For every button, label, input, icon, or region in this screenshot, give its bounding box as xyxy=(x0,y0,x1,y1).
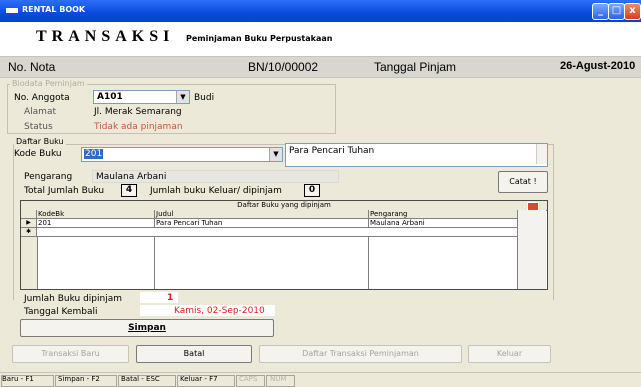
row-selector-header xyxy=(21,210,37,218)
column-header[interactable]: Judul xyxy=(155,210,369,218)
tanggal-kembali-value: Kamis, 02-Sep-2010 xyxy=(174,306,265,316)
minimize-button[interactable]: _ xyxy=(592,3,609,20)
batal-button[interactable]: Batal xyxy=(136,345,252,363)
column-header[interactable]: KodeBk xyxy=(37,210,155,218)
jumlah-dipinjam-value: 1 xyxy=(167,293,174,303)
close-button[interactable]: x xyxy=(624,3,641,20)
simpan-button[interactable]: Simpan xyxy=(20,319,274,337)
statusbar-item: Baru - F1 xyxy=(2,375,34,383)
window-titlebar[interactable]: RENTAL BOOK _ □ x xyxy=(0,0,641,22)
statusbar-item: NUM xyxy=(270,375,287,383)
status-label: Status xyxy=(24,122,53,132)
pengarang-label: Pengarang xyxy=(24,172,73,182)
anggota-value: A101 xyxy=(97,92,123,102)
maximize-button[interactable]: □ xyxy=(608,3,625,20)
alamat-value: Jl. Merak Semarang xyxy=(94,107,182,117)
anggota-label: No. Anggota xyxy=(14,93,70,103)
tanggal-kembali-field: Kamis, 02-Sep-2010 xyxy=(140,305,275,316)
row-marker-new[interactable]: ✱ xyxy=(21,228,37,236)
anggota-name: Budi xyxy=(194,93,215,103)
app-icon xyxy=(6,8,18,13)
nota-label: No. Nota xyxy=(8,60,56,74)
grid-header-row: KodeBk Judul Pengarang xyxy=(21,210,518,219)
status-bar: Baru - F1 Simpan - F2 Batal - ESC Keluar… xyxy=(0,372,641,387)
tanggal-kembali-label: Tanggal Kembali xyxy=(24,307,98,317)
jumlah-dipinjam-label: Jumlah Buku dipinjam xyxy=(24,294,122,304)
kode-buku-combo[interactable]: 201 ▼ xyxy=(81,147,283,162)
table-cell[interactable]: 201 xyxy=(37,219,155,227)
chevron-down-icon[interactable]: ▼ xyxy=(269,148,282,161)
row-marker-current[interactable]: ▶ xyxy=(21,219,37,227)
table-cell[interactable]: Maulana Arbani xyxy=(369,219,518,227)
kode-buku-value: 201 xyxy=(84,149,104,159)
keluar-button[interactable]: Keluar xyxy=(468,345,551,363)
table-row[interactable]: ▶ 201 Para Pencari Tuhan Maulana Arbani xyxy=(21,219,518,228)
statusbar-item: Keluar - F7 xyxy=(180,375,218,383)
judul-value: Para Pencari Tuhan xyxy=(289,146,375,156)
pengarang-value: Maulana Arbani xyxy=(96,172,167,182)
row-selector-column xyxy=(21,237,38,289)
buku-keluar-label: Jumlah buku Keluar/ dipinjam xyxy=(150,186,282,196)
daftar-transaksi-button[interactable]: Daftar Transaksi Peminjaman xyxy=(259,345,462,363)
table-row-new[interactable]: ✱ xyxy=(21,228,518,237)
statusbar-item: Batal - ESC xyxy=(121,375,160,383)
buku-keluar-value: 0 xyxy=(304,184,320,197)
column-divider xyxy=(154,237,155,289)
daftar-buku-legend: Daftar Buku xyxy=(14,137,66,146)
tanggal-pinjam-value: 26-Agust-2010 xyxy=(560,60,636,72)
statusbar-item: CAPS xyxy=(239,375,258,383)
column-header[interactable]: Pengarang xyxy=(369,210,518,218)
chevron-down-icon[interactable]: ▼ xyxy=(176,91,189,103)
biodata-legend: Biodata Peminjam xyxy=(10,79,87,88)
minimize-icon: _ xyxy=(598,5,603,16)
catat-button[interactable]: Catat ! xyxy=(498,171,548,193)
buku-dipinjam-grid[interactable]: Daftar Buku yang dipinjam KodeBk Judul P… xyxy=(20,200,548,290)
total-buku-label: Total Jumlah Buku xyxy=(24,186,105,196)
grid-scroll-area xyxy=(518,210,546,289)
close-icon: x xyxy=(629,5,636,16)
pengarang-field: Maulana Arbani xyxy=(92,170,339,183)
simpan-label: Simpan xyxy=(128,323,166,333)
alamat-label: Alamat xyxy=(24,107,56,117)
kode-buku-label: Kode Buku xyxy=(14,149,62,159)
total-buku-value: 4 xyxy=(121,184,137,197)
tanggal-pinjam-label: Tanggal Pinjam xyxy=(374,60,457,74)
judul-textbox[interactable]: Para Pencari Tuhan xyxy=(285,143,548,167)
jumlah-dipinjam-field: 1 xyxy=(140,292,178,303)
table-cell[interactable]: Para Pencari Tuhan xyxy=(155,219,369,227)
page-title: TRANSAKSI xyxy=(36,28,175,45)
nota-value: BN/10/00002 xyxy=(248,60,319,74)
anggota-combo[interactable]: A101 ▼ xyxy=(93,90,190,104)
status-value: Tidak ada pinjaman xyxy=(94,122,183,132)
nota-bar: No. Nota BN/10/00002 Tanggal Pinjam 26-A… xyxy=(0,56,641,78)
page-subtitle: Peminjaman Buku Perpustakaan xyxy=(186,34,333,43)
window-title: RENTAL BOOK xyxy=(22,5,86,14)
maximize-icon: □ xyxy=(611,5,622,16)
statusbar-item: Simpan - F2 xyxy=(58,375,100,383)
page-header: TRANSAKSI Peminjaman Buku Perpustakaan xyxy=(0,22,641,56)
transaksi-baru-button[interactable]: Transaksi Baru xyxy=(12,345,129,363)
judul-scrollbar[interactable] xyxy=(536,144,547,164)
column-divider xyxy=(368,237,369,289)
